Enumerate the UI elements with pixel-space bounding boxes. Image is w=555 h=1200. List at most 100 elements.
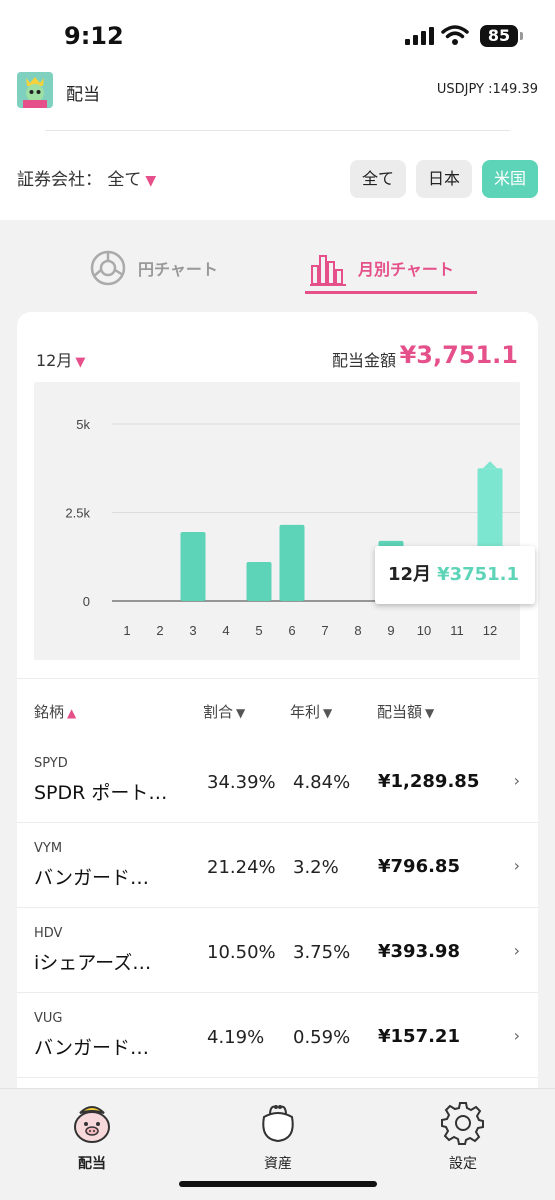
x-tick-label: 12 bbox=[483, 623, 497, 638]
chevron-right-icon: › bbox=[513, 771, 520, 790]
chevron-right-icon: › bbox=[513, 941, 520, 960]
bar-chart-icon bbox=[310, 255, 346, 286]
row-ratio: 4.19% bbox=[207, 1027, 265, 1048]
row-name: バンガード… bbox=[34, 1037, 149, 1059]
home-indicator bbox=[179, 1181, 377, 1187]
dividend-card: 12月 ▼ 配当金額 ¥3,751.1 0 2.5k 5k 1 2 3 4 5 6 7 8 9 10 11 1… bbox=[17, 312, 538, 1092]
app-logo bbox=[17, 72, 53, 108]
x-tick-label: 7 bbox=[321, 623, 328, 638]
chart-tabs: 円チャート 月別チャート bbox=[0, 220, 555, 310]
nav-dividend-label: 配当 bbox=[78, 1156, 106, 1172]
table-row[interactable]: SPYD SPDR ポート… 34.39% 4.84% ¥1,289.85 › bbox=[17, 738, 538, 823]
chevron-right-icon: › bbox=[513, 1026, 520, 1045]
dropdown-triangle-icon: ▼ bbox=[145, 173, 157, 189]
pig-icon bbox=[74, 1106, 110, 1143]
header-ratio-label: 割合 bbox=[203, 703, 234, 721]
sort-asc-icon: ▲ bbox=[67, 706, 77, 720]
nav-settings-label: 設定 bbox=[449, 1156, 477, 1172]
row-yield: 4.84% bbox=[293, 772, 351, 793]
x-tick-label: 5 bbox=[255, 623, 262, 638]
segment-us[interactable]: 米国 bbox=[482, 160, 538, 198]
chevron-right-icon: › bbox=[513, 856, 520, 875]
bar[interactable] bbox=[180, 531, 206, 601]
row-ratio: 10.50% bbox=[207, 942, 276, 963]
tooltip-value: ¥3751.1 bbox=[437, 564, 520, 585]
tab-monthly-chart[interactable]: 月別チャート bbox=[308, 242, 454, 294]
tab-pie-chart[interactable]: 円チャート bbox=[88, 242, 218, 294]
row-amount: ¥157.21 bbox=[378, 1026, 460, 1047]
row-ticker: VYM bbox=[34, 841, 63, 856]
y-tick-label: 5k bbox=[76, 417, 90, 432]
row-name: SPDR ポート… bbox=[34, 782, 168, 804]
chart-svg: 02.5k5k1 2 3 4 5 6 7 8 9 10 11 12 bbox=[65, 417, 520, 638]
broker-value: 全て bbox=[107, 170, 142, 190]
chart-tooltip: 12月 ¥3751.1 bbox=[375, 546, 535, 604]
tab-pie-chart-label: 円チャート bbox=[138, 260, 218, 279]
nav-assets[interactable]: 資産 bbox=[228, 1099, 328, 1173]
row-amount: ¥1,289.85 bbox=[378, 771, 480, 792]
sort-by-ratio[interactable]: 割合 ▼ bbox=[203, 701, 245, 722]
bar[interactable] bbox=[246, 562, 272, 601]
month-selector[interactable]: 12月 ▼ bbox=[36, 347, 85, 371]
segment-japan[interactable]: 日本 bbox=[416, 160, 472, 198]
sort-desc-icon: ▼ bbox=[425, 706, 435, 720]
header-amount-label: 配当額 bbox=[377, 703, 423, 721]
row-name: バンガード… bbox=[34, 867, 149, 889]
highlight-marker bbox=[483, 461, 497, 469]
nav-assets-label: 資産 bbox=[264, 1156, 292, 1172]
x-tick-label: 3 bbox=[189, 623, 196, 638]
tab-monthly-chart-label: 月別チャート bbox=[358, 260, 454, 279]
status-bar: 9:12 85 bbox=[0, 0, 555, 70]
dividend-total-value: ¥3,751.1 bbox=[399, 341, 518, 369]
app-header: 配当 USDJPY :149.39 bbox=[0, 70, 555, 132]
pie-chart-icon bbox=[90, 250, 126, 286]
sort-by-yield[interactable]: 年利 ▼ bbox=[290, 701, 332, 722]
cellular-signal-icon bbox=[405, 27, 434, 45]
x-tick-label: 4 bbox=[222, 623, 229, 638]
tooltip-month: 12月 bbox=[388, 564, 432, 585]
table-row[interactable]: VYM バンガード… 21.24% 3.2% ¥796.85 › bbox=[17, 823, 538, 908]
row-ticker: VUG bbox=[34, 1011, 63, 1026]
sort-by-name[interactable]: 銘柄 ▲ bbox=[34, 701, 76, 722]
x-tick-label: 10 bbox=[417, 623, 431, 638]
month-selector-label: 12月 bbox=[36, 351, 73, 370]
x-tick-label: 11 bbox=[450, 623, 464, 638]
header-divider bbox=[45, 130, 510, 131]
bar[interactable] bbox=[279, 524, 305, 601]
row-yield: 3.2% bbox=[293, 857, 339, 878]
table-row[interactable]: VUG バンガード… 4.19% 0.59% ¥157.21 › bbox=[17, 993, 538, 1078]
x-tick-label: 2 bbox=[156, 623, 163, 638]
header-name-label: 銘柄 bbox=[34, 703, 65, 721]
page-title: 配当 bbox=[66, 85, 100, 105]
row-amount: ¥796.85 bbox=[378, 856, 460, 877]
dropdown-triangle-icon: ▼ bbox=[75, 355, 86, 370]
sort-desc-icon: ▼ bbox=[323, 706, 333, 720]
x-tick-label: 9 bbox=[387, 623, 394, 638]
x-tick-label: 1 bbox=[123, 623, 130, 638]
nav-settings[interactable]: 設定 bbox=[413, 1099, 513, 1173]
row-amount: ¥393.98 bbox=[378, 941, 460, 962]
table-header: 銘柄 ▲ 割合 ▼ 年利 ▼ 配当額 ▼ bbox=[17, 678, 538, 738]
exchange-rate: USDJPY :149.39 bbox=[436, 82, 538, 97]
dividend-total-label: 配当金額 bbox=[332, 351, 397, 370]
status-time: 9:12 bbox=[64, 22, 124, 50]
segment-all[interactable]: 全て bbox=[350, 160, 406, 198]
active-tab-indicator bbox=[305, 291, 477, 294]
broker-label: 証券会社： bbox=[17, 170, 102, 190]
row-yield: 3.75% bbox=[293, 942, 351, 963]
gear-icon bbox=[441, 1102, 484, 1145]
monthly-bar-chart[interactable]: 0 2.5k 5k 1 2 3 4 5 6 7 8 9 10 11 12 12月 ¥3751.1 bbox=[34, 382, 535, 660]
sort-desc-icon: ▼ bbox=[236, 706, 246, 720]
filter-bar: 証券会社： 全て ▼ 全て 日本 米国 bbox=[0, 132, 555, 220]
wifi-icon bbox=[441, 25, 469, 45]
x-tick-label: 6 bbox=[288, 623, 295, 638]
sort-by-amount[interactable]: 配当額 ▼ bbox=[377, 701, 434, 722]
broker-selector[interactable]: 証券会社： 全て ▼ bbox=[17, 165, 156, 190]
row-ticker: HDV bbox=[34, 926, 63, 941]
x-tick-label: 8 bbox=[354, 623, 361, 638]
nav-dividend[interactable]: 配当 bbox=[42, 1099, 142, 1173]
coin-purse-icon bbox=[262, 1105, 294, 1143]
row-yield: 0.59% bbox=[293, 1027, 351, 1048]
table-row[interactable]: HDV iシェアーズ… 10.50% 3.75% ¥393.98 › bbox=[17, 908, 538, 993]
y-tick-label: 0 bbox=[83, 594, 90, 609]
